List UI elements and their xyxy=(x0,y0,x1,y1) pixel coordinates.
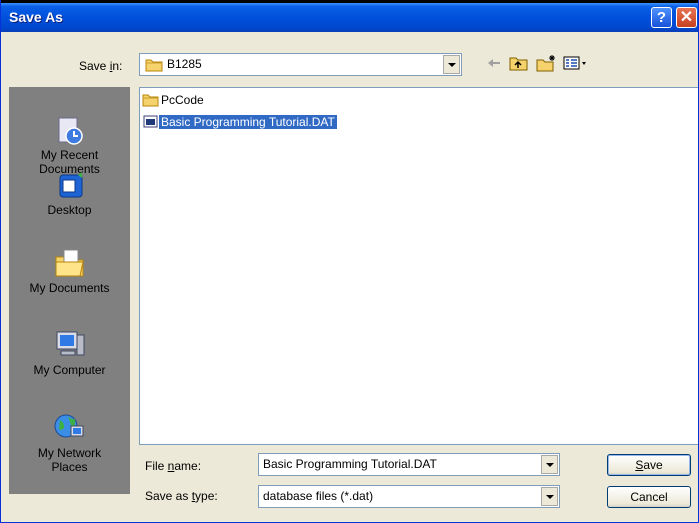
place-label: My Network xyxy=(37,446,102,460)
save-label: ave xyxy=(643,458,663,472)
help-button[interactable]: ? xyxy=(651,7,672,28)
save-in-label-part: n: xyxy=(112,59,123,73)
place-label: Desktop xyxy=(47,203,92,217)
save-in-value: B1285 xyxy=(167,57,202,71)
back-arrow-icon[interactable] xyxy=(485,55,503,71)
cancel-button[interactable]: Cancel xyxy=(607,486,691,508)
file-name-label-part: ame: xyxy=(174,459,202,473)
place-desktop[interactable]: Desktop xyxy=(10,171,129,217)
place-my-network[interactable]: My Network Places xyxy=(10,412,129,474)
my-documents-icon xyxy=(55,249,84,277)
file-name-label: File name: xyxy=(145,459,201,473)
file-name-dropdown-button[interactable] xyxy=(541,455,558,474)
save-as-type-label-part: Save as xyxy=(145,489,192,503)
desktop-icon xyxy=(59,172,82,198)
my-computer-icon xyxy=(56,331,84,356)
file-name-label-part: File xyxy=(145,459,168,473)
save-in-label: Save in: xyxy=(79,59,122,73)
save-in-dropdown-button[interactable] xyxy=(443,55,460,74)
save-as-type-dropdown-button[interactable] xyxy=(541,487,558,506)
up-folder-icon[interactable] xyxy=(509,55,529,71)
save-as-type-value: database files (*.dat) xyxy=(263,489,374,503)
folder-icon xyxy=(145,59,163,72)
new-folder-icon[interactable] xyxy=(536,55,558,72)
save-as-type-label: Save as type: xyxy=(145,489,218,503)
network-places-icon xyxy=(54,414,83,438)
place-label: My Recent xyxy=(40,148,99,162)
title-bar[interactable]: Save As ? ✕ xyxy=(1,3,698,32)
views-menu-icon[interactable] xyxy=(563,55,589,71)
save-button[interactable]: Save xyxy=(607,454,691,476)
save-in-combo[interactable]: B1285 xyxy=(139,53,462,76)
save-in-label-part: Save xyxy=(79,59,110,73)
dat-file-icon xyxy=(143,115,158,128)
list-item-name: PcCode xyxy=(161,93,204,107)
save-as-type-select[interactable]: database files (*.dat) xyxy=(258,485,560,508)
place-recent-documents[interactable]: My Recent Documents xyxy=(10,116,129,176)
place-my-computer[interactable]: My Computer xyxy=(10,329,129,377)
recent-documents-icon xyxy=(58,117,83,145)
place-my-documents[interactable]: My Documents xyxy=(10,247,129,295)
close-button[interactable]: ✕ xyxy=(676,7,697,28)
file-name-value: Basic Programming Tutorial.DAT xyxy=(263,457,437,471)
list-item-name: Basic Programming Tutorial.DAT xyxy=(159,115,337,129)
folder-icon xyxy=(142,94,159,107)
dialog-title: Save As xyxy=(9,9,63,25)
save-as-type-label-part: ype: xyxy=(195,489,218,503)
places-bar: My Recent Documents Desktop My Documents xyxy=(9,87,130,494)
place-label: My Documents xyxy=(29,281,110,295)
place-label: My Computer xyxy=(33,363,106,377)
place-label: Places xyxy=(51,460,88,474)
file-name-input[interactable]: Basic Programming Tutorial.DAT xyxy=(258,453,560,476)
save-as-dialog: Save As ? ✕ Save in: B1285 My Recent Doc… xyxy=(0,0,699,523)
file-list[interactable]: PcCode Basic Programming Tutorial.DAT xyxy=(139,87,698,445)
